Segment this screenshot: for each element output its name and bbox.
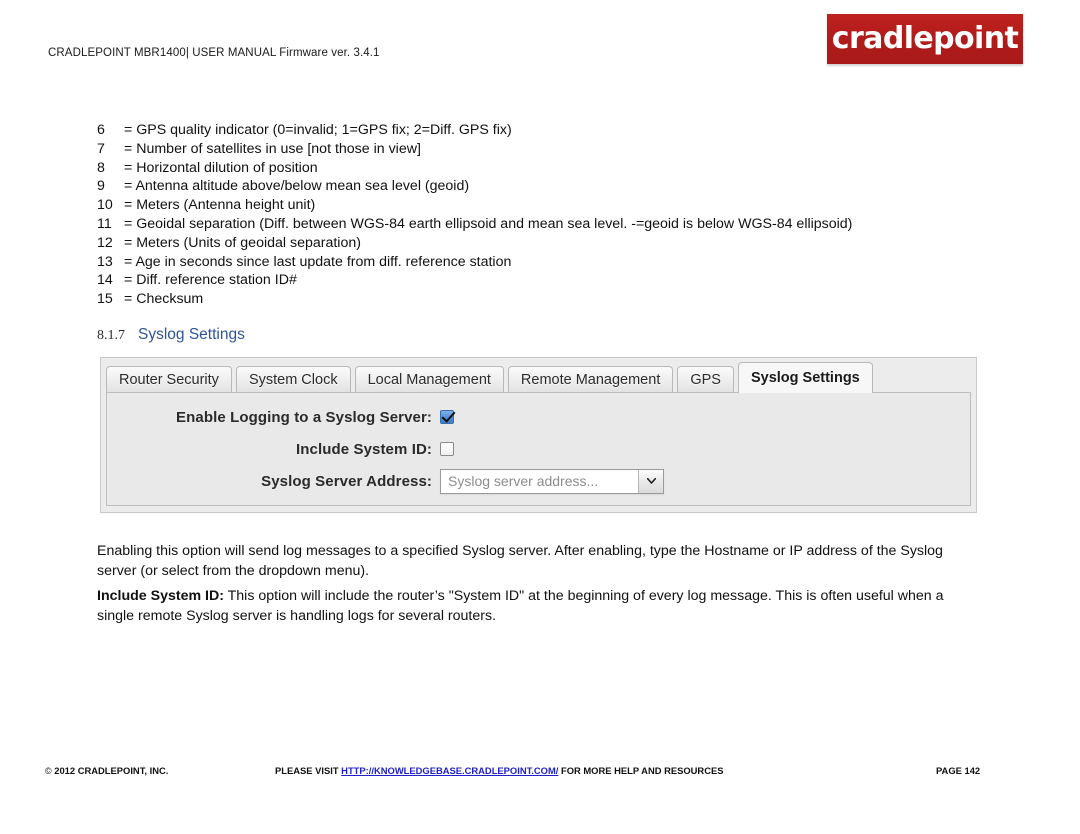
tab-gps[interactable]: GPS: [677, 366, 734, 393]
list-item: 12 = Meters (Units of geoidal separation…: [97, 235, 1017, 254]
include-system-id-label: Include System ID:: [295, 440, 432, 458]
syslog-description-paragraph: Enabling this option will send log messa…: [97, 543, 943, 579]
list-item: 15 = Checksum: [97, 291, 1017, 310]
tab-system-clock[interactable]: System Clock: [235, 366, 351, 393]
field-number: 7: [97, 140, 105, 157]
field-description: = Checksum: [124, 291, 204, 308]
field-description: = Meters (Antenna height unit): [124, 197, 316, 214]
section-number: 8.1.7: [97, 328, 125, 343]
cradlepoint-logo: cradlepoint: [827, 14, 1023, 64]
field-number: 10: [97, 197, 113, 214]
tab-label: Router Security: [119, 372, 219, 388]
field-description: = Diff. reference station ID#: [124, 272, 297, 289]
field-description: = Geoidal separation (Diff. between WGS-…: [124, 215, 853, 232]
field-number: 6: [97, 122, 105, 138]
paragraph-lead-term: Include System ID:: [97, 588, 224, 605]
page-number: PAGE 142: [936, 765, 981, 776]
list-item: 8 = Horizontal dilution of position: [97, 160, 1017, 179]
list-item: 14 = Diff. reference station ID#: [97, 272, 1017, 291]
section-heading: 8.1.7 Syslog Settings: [97, 326, 245, 344]
settings-tab-strip: Router Security System Clock Local Manag…: [106, 362, 971, 393]
knowledgebase-link[interactable]: HTTP://KNOWLEDGEBASE.CRADLEPOINT.COM/: [341, 765, 558, 776]
include-system-id-checkbox[interactable]: [440, 442, 454, 456]
document-header-line: CRADLEPOINT MBR1400| USER MANUAL Firmwar…: [48, 47, 380, 59]
footer-text-before: PLEASE VISIT: [275, 765, 342, 776]
page-header: CRADLEPOINT MBR1400| USER MANUAL Firmwar…: [0, 0, 1080, 90]
list-item: 6 = GPS quality indicator (0=invalid; 1=…: [97, 122, 1017, 141]
form-row-server-address: Syslog Server Address: Syslog server add…: [107, 465, 970, 497]
list-item: 13 = Age in seconds since last update fr…: [97, 254, 1017, 273]
field-description: = Number of satellites in use [not those…: [124, 140, 421, 157]
footer-copyright-text: 2012 CRADLEPOINT, INC.: [54, 765, 169, 776]
field-description: = Age in seconds since last update from …: [124, 253, 512, 270]
page-footer: © 2012 CRADLEPOINT, INC. PLEASE VISIT HT…: [0, 760, 1080, 786]
tab-label: System Clock: [248, 372, 338, 388]
tab-label: GPS: [690, 372, 721, 388]
field-description: = GPS quality indicator (0=invalid; 1=GP…: [124, 122, 512, 138]
field-number: 12: [97, 234, 113, 251]
tab-label: Remote Management: [520, 372, 661, 388]
field-number: 8: [97, 159, 105, 176]
syslog-server-address-select[interactable]: Syslog server address...: [440, 468, 664, 494]
footer-help-line: PLEASE VISIT HTTP://KNOWLEDGEBASE.CRADLE…: [275, 765, 723, 776]
list-item: 9 = Antenna altitude above/below mean se…: [97, 178, 1017, 197]
enable-logging-checkbox[interactable]: [440, 410, 454, 424]
tab-label: Syslog Settings: [750, 370, 860, 386]
syslog-form: Enable Logging to a Syslog Server: Inclu…: [107, 401, 970, 497]
field-number: 15: [97, 291, 113, 308]
logo-wordmark: cradlepoint: [831, 20, 1019, 56]
tab-syslog-settings[interactable]: Syslog Settings: [737, 362, 873, 393]
tab-local-management[interactable]: Local Management: [354, 366, 504, 393]
footer-copyright: © 2012 CRADLEPOINT, INC.: [45, 765, 168, 776]
form-row-enable-logging: Enable Logging to a Syslog Server:: [107, 401, 970, 433]
paragraph-body-text: This option will include the router’s "S…: [97, 588, 944, 624]
list-item: 11 = Geoidal separation (Diff. between W…: [97, 216, 1017, 235]
page-title: Syslog Settings: [138, 326, 245, 343]
copyright-icon: ©: [45, 766, 52, 776]
list-item: 7 = Number of satellites in use [not tho…: [97, 141, 1017, 160]
tab-remote-management[interactable]: Remote Management: [507, 366, 674, 393]
tab-router-security[interactable]: Router Security: [106, 366, 232, 393]
field-number: 9: [97, 178, 105, 195]
field-description: = Horizontal dilution of position: [124, 159, 318, 176]
field-description: = Antenna altitude above/below mean sea …: [124, 178, 470, 195]
field-number: 14: [97, 272, 113, 289]
server-address-input[interactable]: Syslog server address...: [441, 470, 638, 493]
field-number: 11: [97, 215, 112, 232]
footer-text-after: FOR MORE HELP AND RESOURCES: [558, 765, 724, 776]
field-description: = Meters (Units of geoidal separation): [124, 234, 361, 251]
enable-logging-label: Enable Logging to a Syslog Server:: [176, 408, 432, 426]
form-row-include-system-id: Include System ID:: [107, 433, 970, 465]
server-address-label: Syslog Server Address:: [261, 472, 432, 490]
include-system-id-paragraph: Include System ID: This option will incl…: [97, 587, 983, 626]
tab-content-sheet: Enable Logging to a Syslog Server: Inclu…: [106, 392, 971, 506]
tab-label: Local Management: [367, 372, 491, 388]
field-number: 13: [97, 253, 113, 270]
syslog-settings-panel: Router Security System Clock Local Manag…: [100, 357, 977, 513]
nmea-field-list: 6 = GPS quality indicator (0=invalid; 1=…: [97, 122, 1017, 310]
chevron-down-icon[interactable]: [638, 469, 663, 493]
list-item: 10 = Meters (Antenna height unit): [97, 197, 1017, 216]
